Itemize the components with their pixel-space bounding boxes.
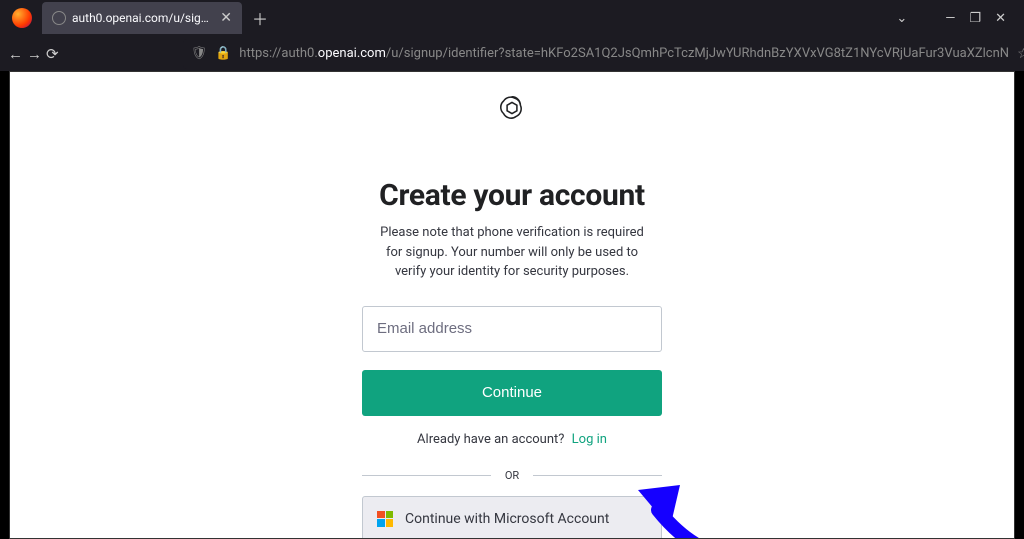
login-link[interactable]: Log in bbox=[572, 432, 607, 447]
new-tab-button[interactable]: ＋ bbox=[246, 4, 274, 32]
forward-button[interactable]: → bbox=[27, 40, 42, 68]
microsoft-button-label: Continue with Microsoft Account bbox=[405, 511, 609, 527]
divider-label: OR bbox=[505, 469, 519, 482]
firefox-logo-icon bbox=[12, 8, 32, 28]
openai-logo-icon bbox=[498, 94, 526, 122]
nav-bar: ← → ⟳ 🛡 🔒 https://auth0.openai.com/u/sig… bbox=[0, 36, 1024, 71]
continue-button[interactable]: Continue bbox=[362, 370, 662, 416]
back-button[interactable]: ← bbox=[8, 40, 23, 68]
url-text: https://auth0.openai.com/u/signup/identi… bbox=[239, 46, 1009, 61]
close-window-icon[interactable]: ✕ bbox=[995, 11, 1006, 26]
tab-title: auth0.openai.com/u/signup/identi bbox=[72, 11, 214, 25]
window-controls: ⌄ — ❐ ✕ bbox=[896, 11, 1018, 26]
browser-chrome: auth0.openai.com/u/signup/identi ✕ ＋ ⌄ —… bbox=[0, 0, 1024, 71]
divider: OR bbox=[362, 469, 662, 482]
microsoft-icon bbox=[377, 511, 393, 527]
page-title: Create your account bbox=[379, 178, 645, 213]
bookmark-star-icon[interactable]: ☆ bbox=[1017, 46, 1024, 62]
shield-icon[interactable]: 🛡 bbox=[191, 46, 208, 61]
continue-microsoft-button[interactable]: Continue with Microsoft Account bbox=[362, 496, 662, 539]
signup-container: Create your account Please note that pho… bbox=[10, 72, 1014, 539]
tab-bar: auth0.openai.com/u/signup/identi ✕ ＋ ⌄ —… bbox=[0, 0, 1024, 36]
email-field[interactable] bbox=[362, 306, 662, 352]
tab-favicon-icon bbox=[52, 11, 66, 25]
reload-button[interactable]: ⟳ bbox=[46, 40, 59, 68]
close-icon[interactable]: ✕ bbox=[220, 10, 232, 26]
lock-icon[interactable]: 🔒 bbox=[215, 46, 231, 61]
page-content: Create your account Please note that pho… bbox=[9, 71, 1015, 539]
maximize-icon[interactable]: ❐ bbox=[969, 11, 981, 26]
page-subtext: Please note that phone verification is r… bbox=[372, 223, 652, 282]
login-prompt: Already have an account? Log in bbox=[417, 432, 607, 447]
url-bar[interactable]: 🛡 🔒 https://auth0.openai.com/u/signup/id… bbox=[183, 39, 1024, 69]
active-tab[interactable]: auth0.openai.com/u/signup/identi ✕ bbox=[42, 2, 242, 34]
url-security-icons: 🛡 🔒 bbox=[191, 46, 232, 61]
tabs-dropdown-icon[interactable]: ⌄ bbox=[896, 11, 907, 26]
minimize-icon[interactable]: — bbox=[945, 11, 955, 26]
